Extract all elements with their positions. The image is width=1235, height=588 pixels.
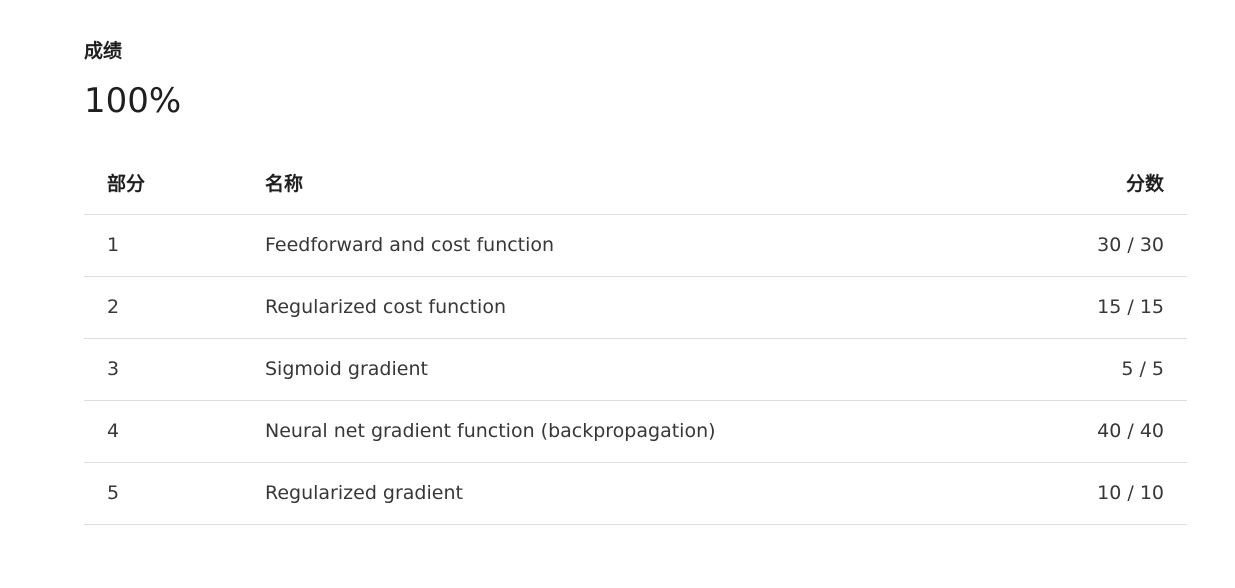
parts-table: 部分 名称 分数 1 Feedforward and cost function…	[84, 152, 1187, 525]
column-header-part: 部分	[107, 173, 146, 196]
grade-label: 成绩	[84, 40, 123, 62]
table-header: 部分 名称 分数	[84, 152, 1187, 214]
table-header-row: 部分 名称 分数	[84, 152, 1187, 214]
part-score: 15 / 15	[1097, 296, 1164, 318]
part-score: 40 / 40	[1097, 420, 1164, 442]
part-number: 2	[107, 296, 120, 318]
table-row: 4 Neural net gradient function (backprop…	[84, 400, 1187, 462]
table-row: 3 Sigmoid gradient 5 / 5	[84, 338, 1187, 400]
part-name: Regularized cost function	[265, 296, 506, 318]
part-score: 30 / 30	[1097, 234, 1164, 256]
grade-value: 100%	[84, 81, 182, 121]
column-header-score: 分数	[1125, 173, 1164, 196]
table-body: 1 Feedforward and cost function 30 / 30 …	[84, 214, 1187, 524]
part-number: 1	[107, 234, 120, 256]
table-row: 2 Regularized cost function 15 / 15	[84, 276, 1187, 338]
part-score: 5 / 5	[1121, 358, 1164, 380]
part-name: Neural net gradient function (backpropag…	[265, 420, 716, 442]
part-number: 3	[107, 358, 120, 380]
part-number: 5	[107, 482, 120, 504]
part-name: Feedforward and cost function	[265, 234, 555, 256]
part-score: 10 / 10	[1097, 482, 1164, 504]
grade-section: 成绩 100%	[84, 37, 181, 121]
part-name: Regularized gradient	[265, 482, 463, 504]
part-number: 4	[107, 420, 120, 442]
column-header-name: 名称	[265, 173, 304, 196]
table-row: 1 Feedforward and cost function 30 / 30	[84, 214, 1187, 276]
part-name: Sigmoid gradient	[265, 358, 428, 380]
table-row: 5 Regularized gradient 10 / 10	[84, 462, 1187, 524]
